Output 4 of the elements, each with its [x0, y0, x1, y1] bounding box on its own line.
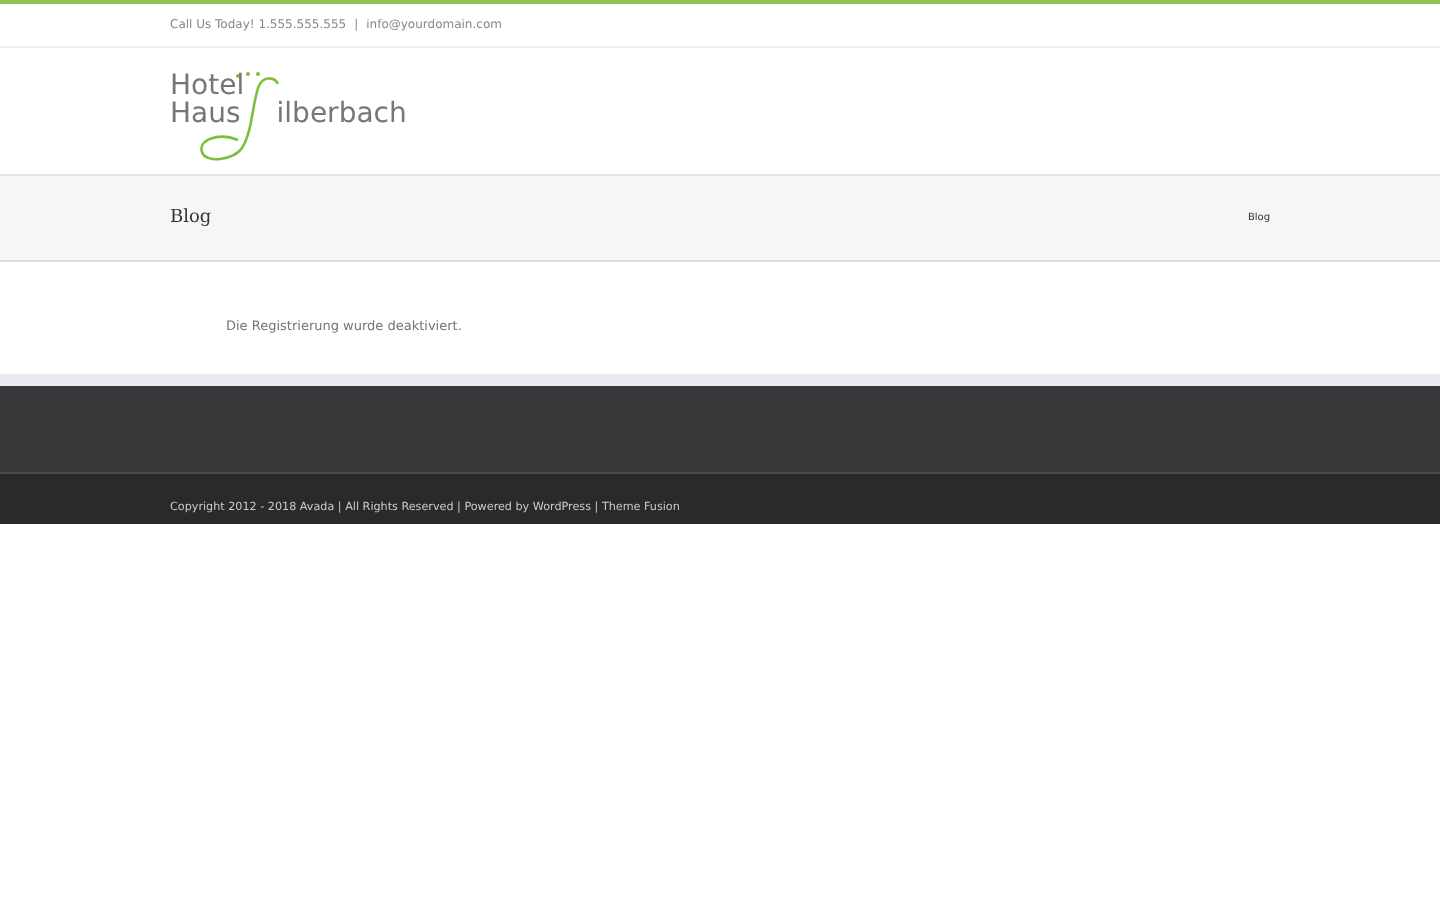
logo-text: Hotel [170, 71, 247, 99]
logo-text: Haus [170, 99, 241, 127]
logo-text: ilberbach [276, 99, 407, 127]
page-title: Blog [170, 208, 212, 228]
